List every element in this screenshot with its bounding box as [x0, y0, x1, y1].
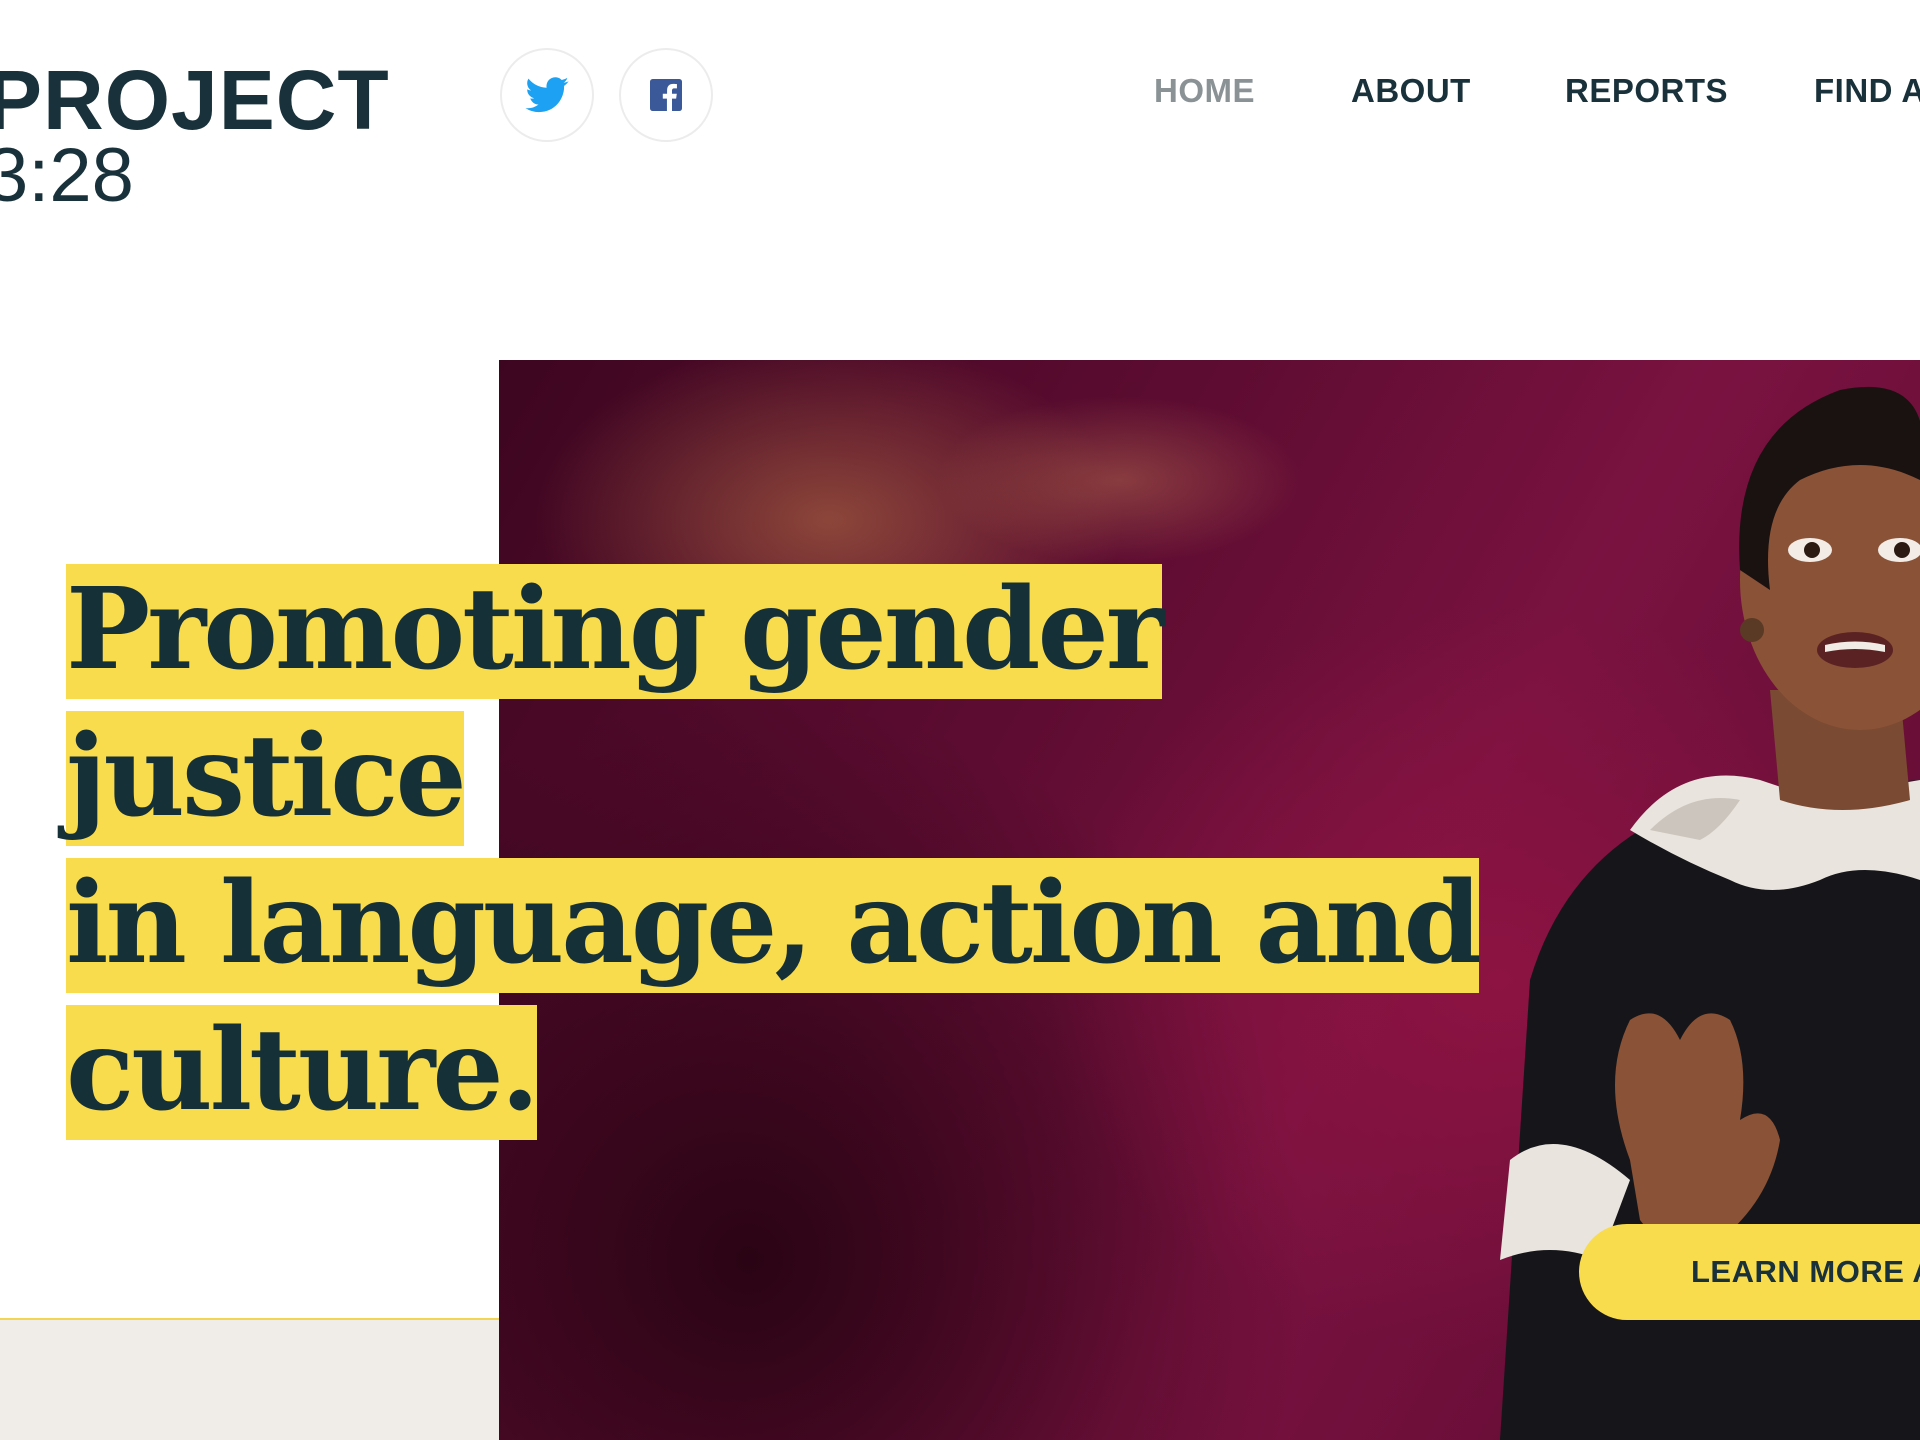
headline-line-1: Promoting gender justice [66, 564, 1165, 846]
nav-about[interactable]: ABOUT [1351, 72, 1471, 110]
logo-verse: 3:28 [0, 133, 134, 218]
nav-find[interactable]: FIND A [1814, 72, 1920, 110]
nav-reports[interactable]: REPORTS [1565, 72, 1728, 110]
facebook-icon [650, 79, 682, 111]
bottom-section-band [0, 1318, 499, 1440]
learn-more-button[interactable]: LEARN MORE A [1579, 1224, 1920, 1320]
facebook-button[interactable] [619, 48, 713, 142]
hero-headline: Promoting gender justice in language, ac… [66, 556, 1506, 1144]
page: PROJECT 3:28 HOME ABOUT REPORTS FIND A P… [0, 0, 1920, 1440]
site-logo[interactable]: PROJECT 3:28 [0, 58, 390, 214]
twitter-button[interactable] [500, 48, 594, 142]
headline-line-3: culture. [66, 1005, 540, 1140]
twitter-icon [525, 77, 569, 113]
logo-wordmark: PROJECT [0, 53, 390, 147]
nav-home[interactable]: HOME [1154, 72, 1255, 110]
headline-line-2: in language, action and [66, 858, 1482, 993]
